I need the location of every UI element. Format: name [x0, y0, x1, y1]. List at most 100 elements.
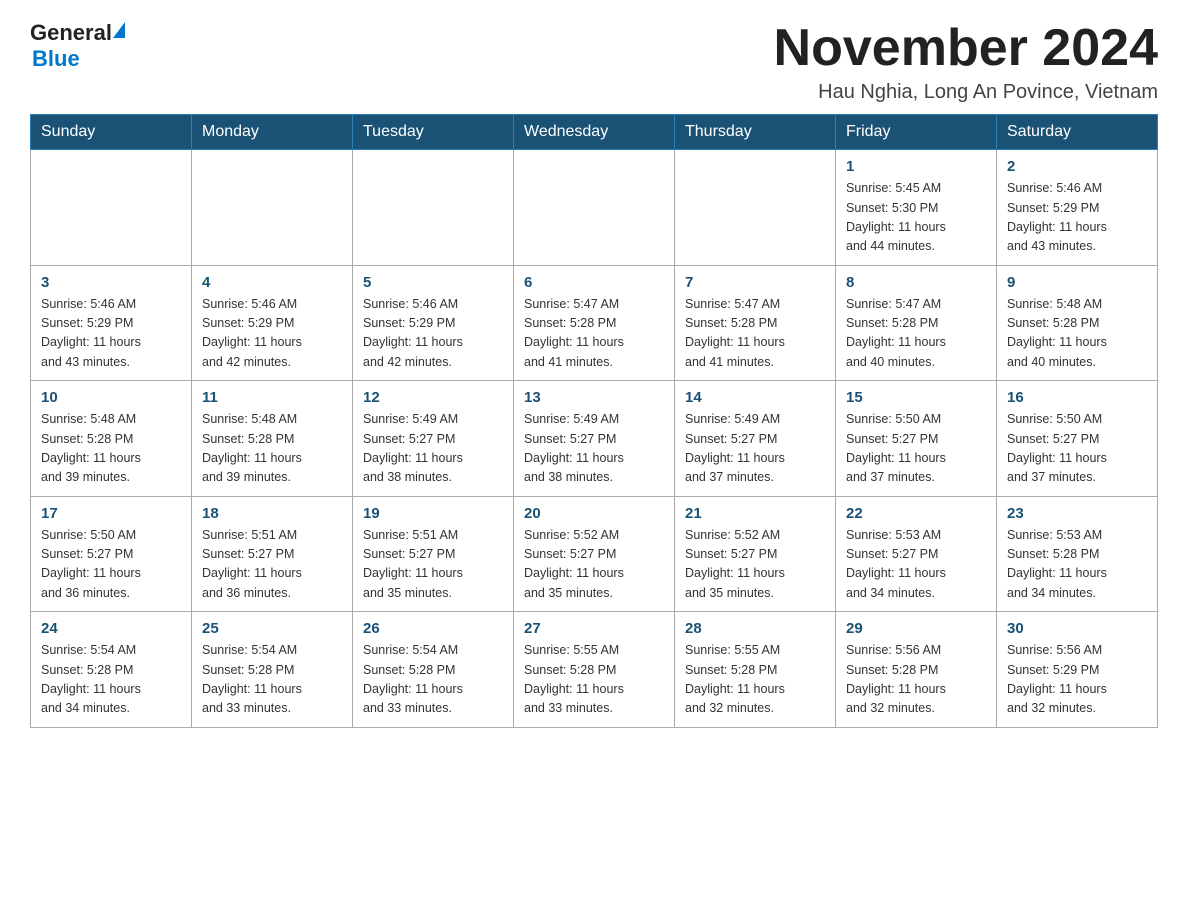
info-line: Daylight: 11 hours — [1007, 451, 1107, 465]
info-line: and 42 minutes. — [202, 355, 291, 369]
info-line: Sunrise: 5:48 AM — [202, 412, 297, 426]
info-line: Sunset: 5:28 PM — [524, 663, 616, 677]
day-info: Sunrise: 5:50 AM Sunset: 5:27 PM Daylight:… — [1007, 410, 1147, 488]
day-cell: 15Sunrise: 5:50 AMSunset: 5:27 PMDayligh… — [836, 381, 997, 497]
info-line: and 32 minutes. — [685, 701, 774, 715]
day-cell: 4Sunrise: 5:46 AMSunset: 5:29 PMDaylight… — [192, 265, 353, 381]
info-line: Sunset: 5:27 PM — [1007, 432, 1099, 446]
info-line: Sunrise: 5:46 AM — [41, 297, 136, 311]
day-number: 1 — [846, 158, 986, 175]
info-line: and 36 minutes. — [41, 586, 130, 600]
info-line: and 41 minutes. — [685, 355, 774, 369]
col-header-sunday: Sunday — [31, 115, 192, 150]
day-info: Sunrise: 5:46 AMSunset: 5:29 PMDaylight:… — [363, 295, 503, 373]
info-line: and 37 minutes. — [846, 470, 935, 484]
info-line: Daylight: 11 hours — [363, 566, 463, 580]
info-line: Sunrise: 5:56 AM — [846, 643, 941, 657]
day-cell: 10Sunrise: 5:48 AMSunset: 5:28 PMDayligh… — [31, 381, 192, 497]
info-line: Daylight: 11 hours — [202, 682, 302, 696]
info-line: Sunset: 5:28 PM — [685, 316, 777, 330]
day-info: Sunrise: 5:50 AMSunset: 5:27 PMDaylight:… — [41, 526, 181, 604]
info-line: Sunrise: 5:55 AM — [685, 643, 780, 657]
day-cell: 29Sunrise: 5:56 AMSunset: 5:28 PMDayligh… — [836, 612, 997, 728]
info-line: and 43 minutes. — [41, 355, 130, 369]
day-cell: 6Sunrise: 5:47 AMSunset: 5:28 PMDaylight… — [514, 265, 675, 381]
info-line: and 36 minutes. — [202, 586, 291, 600]
day-number: 30 — [1007, 620, 1147, 637]
info-line: Daylight: 11 hours — [1007, 682, 1107, 696]
info-line: Daylight: 11 hours — [685, 566, 785, 580]
day-number: 27 — [524, 620, 664, 637]
day-info: Sunrise: 5:54 AMSunset: 5:28 PMDaylight:… — [363, 641, 503, 719]
header-row: SundayMondayTuesdayWednesdayThursdayFrid… — [31, 115, 1158, 150]
info-line: and 43 minutes. — [1007, 239, 1096, 253]
day-info: Sunrise: 5:46 AMSunset: 5:29 PMDaylight:… — [41, 295, 181, 373]
info-line: Sunset: 5:28 PM — [202, 432, 294, 446]
day-cell: 26Sunrise: 5:54 AMSunset: 5:28 PMDayligh… — [353, 612, 514, 728]
day-info: Sunrise: 5:46 AMSunset: 5:29 PMDaylight:… — [1007, 179, 1147, 257]
day-number: 16 — [1007, 389, 1147, 406]
day-number: 21 — [685, 505, 825, 522]
day-info: Sunrise: 5:45 AMSunset: 5:30 PMDaylight:… — [846, 179, 986, 257]
day-info: Sunrise: 5:48 AMSunset: 5:28 PMDaylight:… — [1007, 295, 1147, 373]
info-line: Daylight: 11 hours — [846, 682, 946, 696]
day-info: Sunrise: 5:52 AMSunset: 5:27 PMDaylight:… — [685, 526, 825, 604]
info-line: Sunrise: 5:48 AM — [41, 412, 136, 426]
info-line: and 32 minutes. — [1007, 701, 1096, 715]
info-line: Sunrise: 5:49 AM — [524, 412, 619, 426]
info-line: Sunset: 5:29 PM — [41, 316, 133, 330]
info-line: Sunset: 5:28 PM — [846, 663, 938, 677]
info-line: Daylight: 11 hours — [846, 220, 946, 234]
info-line: Daylight: 11 hours — [1007, 335, 1107, 349]
info-line: Sunrise: 5:47 AM — [685, 297, 780, 311]
day-number: 23 — [1007, 505, 1147, 522]
day-cell: 7 Sunrise: 5:47 AM Sunset: 5:28 PM Daylight… — [675, 265, 836, 381]
info-line: Sunrise: 5:49 AM — [685, 412, 780, 426]
info-line: Sunset: 5:27 PM — [363, 547, 455, 561]
day-info: Sunrise: 5:47 AMSunset: 5:28 PMDaylight:… — [524, 295, 664, 373]
day-info: Sunrise: 5:48 AMSunset: 5:28 PMDaylight:… — [41, 410, 181, 488]
info-line: Sunrise: 5:56 AM — [1007, 643, 1102, 657]
info-line: and 34 minutes. — [846, 586, 935, 600]
info-line: and 32 minutes. — [846, 701, 935, 715]
info-line: Daylight: 11 hours — [685, 335, 785, 349]
day-cell — [514, 150, 675, 266]
info-line: Sunrise: 5:50 AM — [1007, 412, 1102, 426]
info-line: and 42 minutes. — [363, 355, 452, 369]
info-line: Daylight: 11 hours — [524, 566, 624, 580]
day-number: 20 — [524, 505, 664, 522]
day-number: 28 — [685, 620, 825, 637]
info-line: and 34 minutes. — [1007, 586, 1096, 600]
day-cell — [31, 150, 192, 266]
week-row-5: 24Sunrise: 5:54 AMSunset: 5:28 PMDayligh… — [31, 612, 1158, 728]
day-cell: 24Sunrise: 5:54 AMSunset: 5:28 PMDayligh… — [31, 612, 192, 728]
info-line: Daylight: 11 hours — [846, 566, 946, 580]
day-cell: 25Sunrise: 5:54 AMSunset: 5:28 PMDayligh… — [192, 612, 353, 728]
day-number: 3 — [41, 274, 181, 291]
day-info: Sunrise: 5:56 AMSunset: 5:29 PMDaylight:… — [1007, 641, 1147, 719]
day-cell: 14Sunrise: 5:49 AMSunset: 5:27 PMDayligh… — [675, 381, 836, 497]
info-line: Sunrise: 5:52 AM — [524, 528, 619, 542]
day-number: 8 — [846, 274, 986, 291]
info-line: Sunrise: 5:52 AM — [685, 528, 780, 542]
info-line: Sunrise: 5:54 AM — [41, 643, 136, 657]
info-line: Sunset: 5:28 PM — [363, 663, 455, 677]
info-line: Sunrise: 5:54 AM — [202, 643, 297, 657]
info-line: and 35 minutes. — [685, 586, 774, 600]
info-line: Daylight: 11 hours — [363, 335, 463, 349]
info-line: Sunrise: 5:55 AM — [524, 643, 619, 657]
day-info: Sunrise: 5:47 AMSunset: 5:28 PMDaylight:… — [846, 295, 986, 373]
day-number: 7 — [685, 274, 825, 291]
title-area: November 2024 Hau Nghia, Long An Povince… — [774, 20, 1158, 104]
day-cell — [675, 150, 836, 266]
day-cell: 2Sunrise: 5:46 AMSunset: 5:29 PMDaylight… — [997, 150, 1158, 266]
info-line: and 39 minutes. — [202, 470, 291, 484]
month-title: November 2024 — [774, 20, 1158, 77]
day-number: 19 — [363, 505, 503, 522]
day-cell: 27Sunrise: 5:55 AMSunset: 5:28 PMDayligh… — [514, 612, 675, 728]
info-line: and 39 minutes. — [41, 470, 130, 484]
day-cell: 11Sunrise: 5:48 AMSunset: 5:28 PMDayligh… — [192, 381, 353, 497]
day-cell: 5Sunrise: 5:46 AMSunset: 5:29 PMDaylight… — [353, 265, 514, 381]
info-line: Sunset: 5:29 PM — [363, 316, 455, 330]
day-cell: 16 Sunrise: 5:50 AM Sunset: 5:27 PM Dayligh… — [997, 381, 1158, 497]
